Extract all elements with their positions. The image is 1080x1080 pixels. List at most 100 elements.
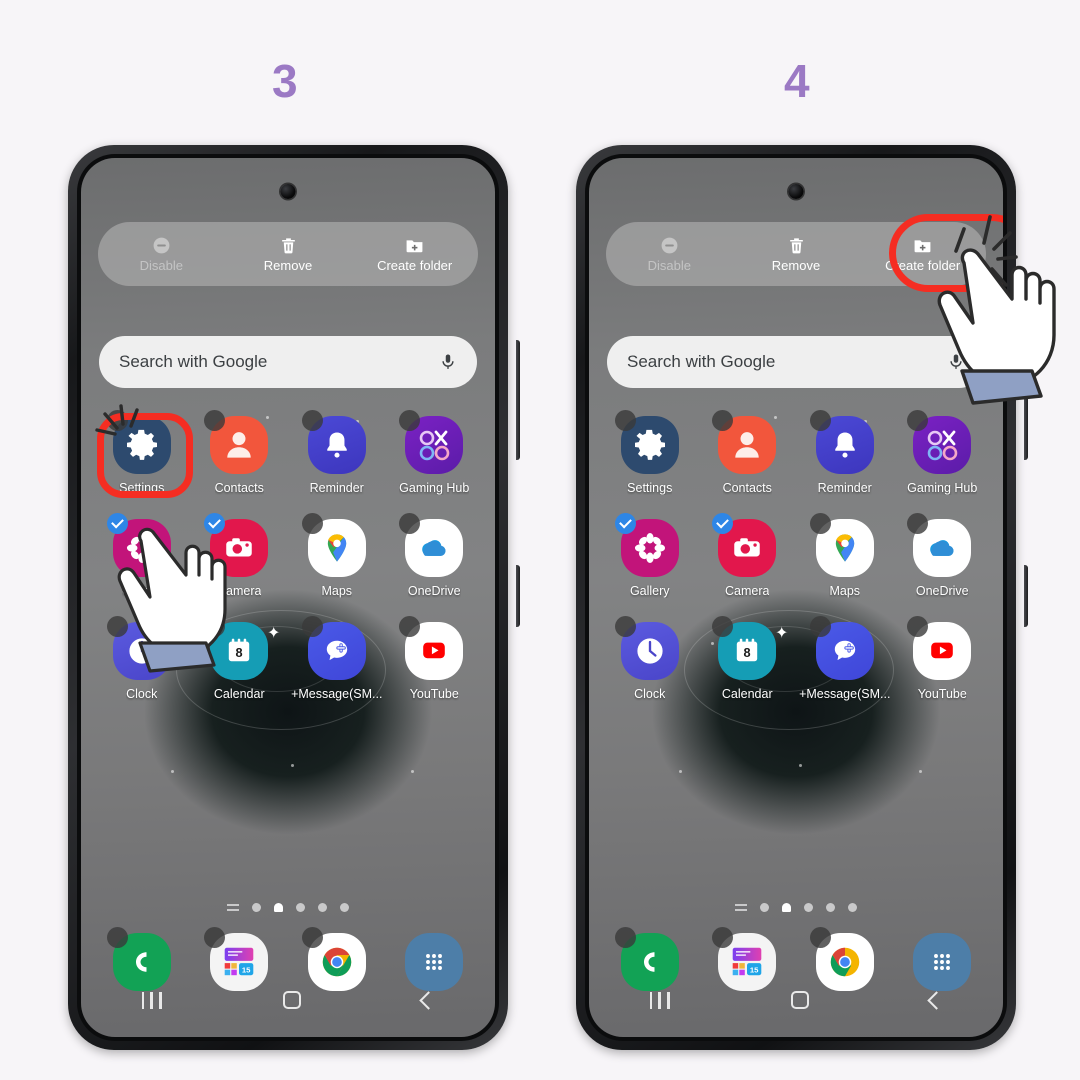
toolbar-create-folder-label: Create folder xyxy=(885,257,961,273)
step-number-3: 3 xyxy=(272,55,298,107)
page-dot-active-home[interactable] xyxy=(782,903,791,912)
microphone-icon[interactable] xyxy=(947,350,965,374)
google-search-bar[interactable]: Search with Google xyxy=(99,336,477,388)
app-item-settings[interactable]: Settings xyxy=(93,410,191,495)
app-action-toolbar: Disable Remove Create folder xyxy=(606,222,986,286)
app-item-gallery[interactable]: Gallery xyxy=(601,513,699,598)
app-item-contacts[interactable]: Contacts xyxy=(191,410,289,495)
selection-badge[interactable] xyxy=(301,616,323,637)
selection-badge[interactable] xyxy=(809,513,831,534)
page-dot[interactable] xyxy=(760,903,769,912)
home-page-indicator xyxy=(81,903,495,912)
selection-badge[interactable] xyxy=(301,927,323,948)
toolbar-disable-label: Disable xyxy=(647,257,692,273)
app-item-clock[interactable]: Clock xyxy=(93,616,191,701)
page-dot[interactable] xyxy=(340,903,349,912)
home-icon[interactable] xyxy=(790,991,809,1009)
app-label: Gaming Hub xyxy=(399,481,470,495)
back-icon[interactable] xyxy=(418,990,438,1010)
recents-icon[interactable] xyxy=(141,991,162,1009)
app-item-gaming-hub[interactable]: Gaming Hub xyxy=(386,410,484,495)
selection-badge[interactable] xyxy=(106,410,128,431)
selection-badge[interactable] xyxy=(301,410,323,431)
selection-badge[interactable] xyxy=(106,927,128,948)
step-number-4: 4 xyxy=(784,55,810,107)
app-item-plus-message[interactable]: +Message(SM... xyxy=(796,616,894,701)
page-menu-glyph[interactable] xyxy=(735,903,747,912)
app-item-calendar[interactable]: 8 Calendar xyxy=(699,616,797,701)
back-icon[interactable] xyxy=(926,990,946,1010)
selection-badge[interactable] xyxy=(614,410,636,431)
app-item-gaming-hub[interactable]: Gaming Hub xyxy=(894,410,992,495)
app-grid: Settings Contacts Reminder Gaming Hub Ga… xyxy=(601,410,992,701)
toolbar-disable-button[interactable]: Disable xyxy=(606,236,733,273)
selection-badge[interactable] xyxy=(809,616,831,637)
home-icon[interactable] xyxy=(282,991,301,1009)
app-item-clock[interactable]: Clock xyxy=(601,616,699,701)
toolbar-remove-label: Remove xyxy=(771,257,821,273)
app-item-plus-message[interactable]: +Message(SM... xyxy=(288,616,386,701)
selection-badge[interactable] xyxy=(614,616,636,637)
power-button[interactable] xyxy=(516,565,520,627)
app-label: Gaming Hub xyxy=(907,481,978,495)
app-item-settings[interactable]: Settings xyxy=(601,410,699,495)
app-item-camera[interactable]: Camera xyxy=(191,513,289,598)
app-label: YouTube xyxy=(409,687,459,701)
app-label: Contacts xyxy=(214,481,264,495)
phone-mockup-step-4: ✦ Disable Remove Create folder Search wi… xyxy=(576,145,1056,1050)
app-item-reminder[interactable]: Reminder xyxy=(796,410,894,495)
page-dot[interactable] xyxy=(848,903,857,912)
selection-badge[interactable] xyxy=(809,927,831,948)
page-dot[interactable] xyxy=(826,903,835,912)
app-item-maps[interactable]: Maps xyxy=(288,513,386,598)
page-dot[interactable] xyxy=(296,903,305,912)
app-label: Settings xyxy=(119,481,165,495)
selection-badge-checked[interactable] xyxy=(106,513,128,534)
app-label: Maps xyxy=(321,584,353,598)
app-item-reminder[interactable]: Reminder xyxy=(288,410,386,495)
volume-button[interactable] xyxy=(1024,340,1028,460)
google-search-bar[interactable]: Search with Google xyxy=(607,336,985,388)
android-navigation-bar xyxy=(81,979,495,1021)
app-item-gallery[interactable]: Gallery xyxy=(93,513,191,598)
microphone-icon[interactable] xyxy=(439,350,457,374)
folder-day-number: 15 xyxy=(750,965,759,974)
selection-badge-checked[interactable] xyxy=(614,513,636,534)
app-label: Calendar xyxy=(213,687,265,701)
toolbar-disable-button[interactable]: Disable xyxy=(98,236,225,273)
page-dot[interactable] xyxy=(804,903,813,912)
page-dot[interactable] xyxy=(252,903,261,912)
app-label: Gallery xyxy=(629,584,670,598)
toolbar-create-folder-button[interactable]: Create folder xyxy=(859,236,986,273)
selection-badge[interactable] xyxy=(809,410,831,431)
app-item-onedrive[interactable]: OneDrive xyxy=(894,513,992,598)
selection-badge[interactable] xyxy=(301,513,323,534)
app-item-youtube[interactable]: YouTube xyxy=(386,616,484,701)
app-item-calendar[interactable]: 8 Calendar xyxy=(191,616,289,701)
wallpaper-star xyxy=(411,770,414,773)
folder-add-icon xyxy=(406,239,423,252)
wallpaper-star xyxy=(799,764,802,767)
selection-badge[interactable] xyxy=(614,927,636,948)
android-navigation-bar xyxy=(589,979,1003,1021)
phone-screen-right: ✦ Disable Remove Create folder Search wi… xyxy=(589,158,1003,1037)
power-button[interactable] xyxy=(1024,565,1028,627)
toolbar-create-folder-label: Create folder xyxy=(377,257,453,273)
app-item-maps[interactable]: Maps xyxy=(796,513,894,598)
volume-button[interactable] xyxy=(516,340,520,460)
app-item-onedrive[interactable]: OneDrive xyxy=(386,513,484,598)
toolbar-remove-button[interactable]: Remove xyxy=(733,236,860,273)
app-item-contacts[interactable]: Contacts xyxy=(699,410,797,495)
app-item-camera[interactable]: Camera xyxy=(699,513,797,598)
toolbar-remove-button[interactable]: Remove xyxy=(225,236,352,273)
app-label: Calendar xyxy=(721,687,773,701)
page-dot[interactable] xyxy=(318,903,327,912)
app-item-youtube[interactable]: YouTube xyxy=(894,616,992,701)
page-menu-glyph[interactable] xyxy=(227,903,239,912)
recents-icon[interactable] xyxy=(649,991,670,1009)
page-dot-active-home[interactable] xyxy=(274,903,283,912)
app-label: Contacts xyxy=(722,481,772,495)
app-label: Reminder xyxy=(817,481,872,495)
toolbar-create-folder-button[interactable]: Create folder xyxy=(351,236,478,273)
selection-badge[interactable] xyxy=(106,616,128,637)
